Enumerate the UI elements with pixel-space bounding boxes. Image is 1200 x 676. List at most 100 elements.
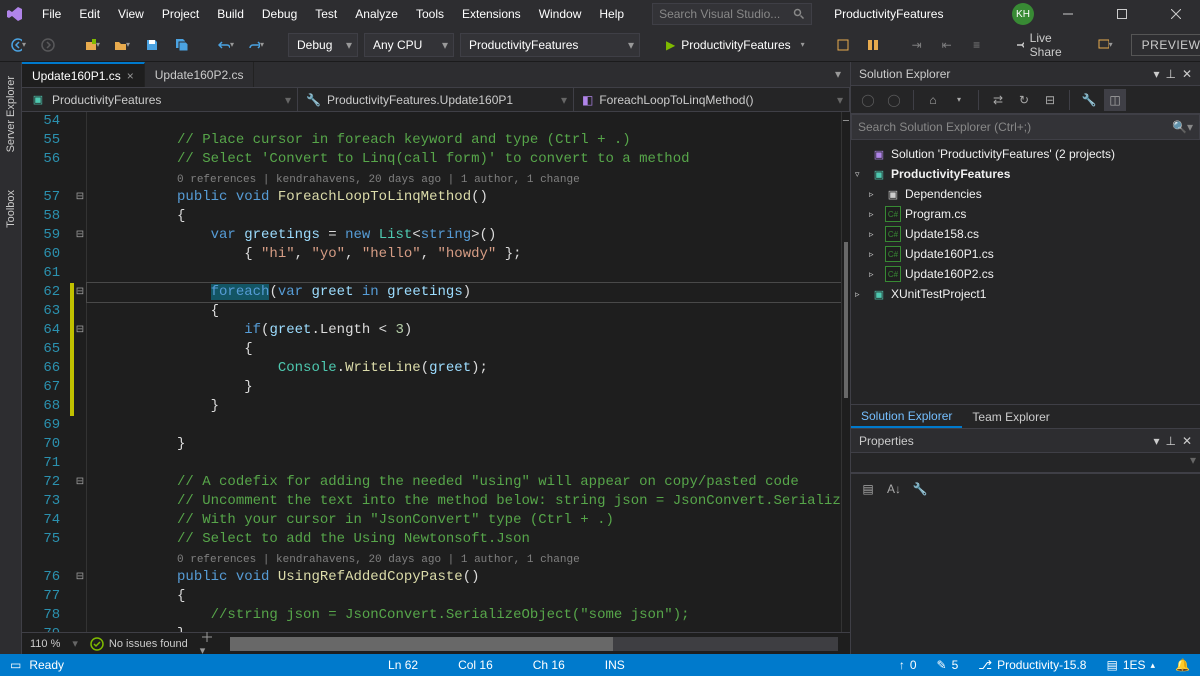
code-line[interactable] xyxy=(97,416,841,435)
code-line[interactable]: { xyxy=(97,587,841,606)
issues-status[interactable]: No issues found xyxy=(90,637,188,651)
redo-button[interactable]: ▾ xyxy=(244,33,268,57)
sidetab-server-explorer[interactable]: Server Explorer xyxy=(3,70,19,158)
status-ins[interactable]: INS xyxy=(605,658,625,672)
close-panel-icon[interactable]: ✕ xyxy=(1182,434,1192,448)
se-fwd-icon[interactable]: ◯ xyxy=(883,89,905,111)
fc-toggle[interactable]: ▾ xyxy=(200,630,214,657)
horizontal-scrollbar[interactable] xyxy=(230,637,838,651)
menu-extensions[interactable]: Extensions xyxy=(454,3,529,25)
code-line[interactable]: if(greet.Length < 3) xyxy=(97,321,841,340)
tree-item[interactable]: ▹▣Dependencies xyxy=(851,184,1200,204)
menu-help[interactable]: Help xyxy=(591,3,632,25)
menu-window[interactable]: Window xyxy=(531,3,590,25)
code-line[interactable]: // Place cursor in foreach keyword and t… xyxy=(97,131,841,150)
tree-item[interactable]: ▹C#Update158.cs xyxy=(851,224,1200,244)
code-line[interactable]: // Select 'Convert to Linq(call form)' t… xyxy=(97,150,841,169)
code-line[interactable]: //string json = JsonConvert.SerializeObj… xyxy=(97,606,841,625)
categorized-icon[interactable]: ▤ xyxy=(857,478,879,500)
se-home-icon[interactable]: ⌂ xyxy=(922,89,944,111)
status-ch[interactable]: Ch 16 xyxy=(533,658,565,672)
menu-debug[interactable]: Debug xyxy=(254,3,305,25)
solution-tree[interactable]: ▣ Solution 'ProductivityFeatures' (2 pro… xyxy=(851,140,1200,404)
code-line[interactable]: { "hi", "yo", "hello", "howdy" }; xyxy=(97,245,841,264)
startup-project-combo[interactable]: ProductivityFeatures xyxy=(460,33,640,57)
panel-tab[interactable]: Team Explorer xyxy=(962,405,1059,428)
notifications-icon[interactable]: 🔔 xyxy=(1175,658,1190,672)
panel-options-icon[interactable]: ▾ xyxy=(1153,67,1159,81)
solution-root[interactable]: ▣ Solution 'ProductivityFeatures' (2 pro… xyxy=(851,144,1200,164)
minimize-button[interactable] xyxy=(1048,0,1088,28)
tree-item[interactable]: ▹C#Update160P2.cs xyxy=(851,264,1200,284)
code-line[interactable]: foreach(var greet in greetings) xyxy=(97,283,841,302)
nav-class-combo[interactable]: 🔧 ProductivityFeatures.Update160P1 xyxy=(298,88,574,111)
tree-item[interactable]: ▹▣XUnitTestProject1 xyxy=(851,284,1200,304)
status-col[interactable]: Col 16 xyxy=(458,658,493,672)
nav-member-combo[interactable]: ◧ ForeachLoopToLinqMethod() xyxy=(574,88,850,111)
status-branch[interactable]: ⎇Productivity-15.8 xyxy=(978,658,1086,672)
menu-build[interactable]: Build xyxy=(209,3,252,25)
save-button[interactable] xyxy=(140,33,164,57)
pin-icon[interactable]: ⊥ xyxy=(1165,434,1175,448)
code-line[interactable]: } xyxy=(97,378,841,397)
tree-item[interactable]: ▹C#Program.cs xyxy=(851,204,1200,224)
save-all-button[interactable] xyxy=(170,33,194,57)
se-chev-icon[interactable]: ▾ xyxy=(948,89,970,111)
code-line[interactable]: } xyxy=(97,397,841,416)
panel-tab[interactable]: Solution Explorer xyxy=(851,405,962,428)
live-share-button[interactable]: Live Share xyxy=(1009,31,1073,59)
code-line[interactable] xyxy=(97,264,841,283)
menu-project[interactable]: Project xyxy=(154,3,207,25)
close-button[interactable] xyxy=(1156,0,1196,28)
quick-launch-search[interactable]: Search Visual Studio... xyxy=(652,3,812,25)
code-line[interactable] xyxy=(97,112,841,131)
alphabetical-icon[interactable]: A↓ xyxy=(883,478,905,500)
menu-file[interactable]: File xyxy=(34,3,69,25)
indent-button-1[interactable]: ⇥ xyxy=(905,33,929,57)
nav-back-button[interactable]: ▾ xyxy=(6,33,30,57)
code-line[interactable]: Console.WriteLine(greet); xyxy=(97,359,841,378)
tree-item[interactable]: ▿▣ProductivityFeatures xyxy=(851,164,1200,184)
tree-item[interactable]: ▹C#Update160P1.cs xyxy=(851,244,1200,264)
start-debugging-button[interactable]: ▶ ProductivityFeatures ▾ xyxy=(660,33,811,57)
code-line[interactable]: // A codefix for adding the needed "usin… xyxy=(97,473,841,492)
configuration-combo[interactable]: Debug xyxy=(288,33,358,57)
code-line[interactable]: // Select to add the Using Newtonsoft.Js… xyxy=(97,530,841,549)
code-line[interactable]: // Uncomment the text into the method be… xyxy=(97,492,841,511)
pin-icon[interactable]: ⊥ xyxy=(1165,67,1175,81)
code-line[interactable]: public void UsingRefAddedCopyPaste() xyxy=(97,568,841,587)
code-line[interactable]: { xyxy=(97,302,841,321)
se-refresh-icon[interactable]: ↻ xyxy=(1013,89,1035,111)
step-button-2[interactable] xyxy=(861,33,885,57)
open-button[interactable]: ▾ xyxy=(110,33,134,57)
close-panel-icon[interactable]: ✕ xyxy=(1182,67,1192,81)
code-line[interactable]: 0 references | kendrahavens, 20 days ago… xyxy=(97,169,841,188)
wrench-icon[interactable]: 🔧 xyxy=(909,478,931,500)
file-tab-overflow[interactable]: ▾ xyxy=(826,62,850,86)
se-back-icon[interactable]: ◯ xyxy=(857,89,879,111)
code-line[interactable]: // With your cursor in "JsonConvert" typ… xyxy=(97,511,841,530)
nav-project-combo[interactable]: ▣ ProductivityFeatures xyxy=(22,88,298,111)
se-collapse-icon[interactable]: ⊟ xyxy=(1039,89,1061,111)
menu-tools[interactable]: Tools xyxy=(408,3,452,25)
undo-button[interactable]: ▾ xyxy=(214,33,238,57)
menu-test[interactable]: Test xyxy=(307,3,345,25)
code-line[interactable]: 0 references | kendrahavens, 20 days ago… xyxy=(97,549,841,568)
file-tab[interactable]: Update160P1.cs× xyxy=(22,62,145,87)
comment-button[interactable]: ≡ xyxy=(965,33,989,57)
code-line[interactable]: public void ForeachLoopToLinqMethod() xyxy=(97,188,841,207)
status-publish[interactable]: ↑0 xyxy=(899,658,917,672)
solution-explorer-search[interactable]: Search Solution Explorer (Ctrl+;) 🔍▾ xyxy=(851,114,1200,140)
code-line[interactable]: { xyxy=(97,340,841,359)
status-repo[interactable]: ▤1ES▴ xyxy=(1106,658,1155,672)
zoom-level[interactable]: 110 % xyxy=(30,638,60,650)
file-tab[interactable]: Update160P2.cs xyxy=(145,62,255,87)
se-properties-icon[interactable]: 🔧 xyxy=(1078,89,1100,111)
code-content[interactable]: // Place cursor in foreach keyword and t… xyxy=(87,112,841,632)
platform-combo[interactable]: Any CPU xyxy=(364,33,454,57)
code-editor[interactable]: 5455565758596061626364656667686970717273… xyxy=(22,112,850,632)
step-button-1[interactable] xyxy=(831,33,855,57)
indent-button-2[interactable]: ⇤ xyxy=(935,33,959,57)
status-changes[interactable]: ✎5 xyxy=(937,658,959,672)
new-project-button[interactable]: ▾ xyxy=(80,33,104,57)
